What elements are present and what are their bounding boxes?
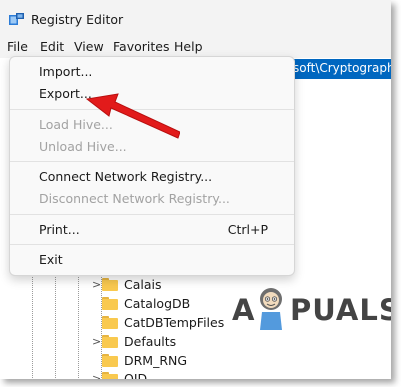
menu-item-exit[interactable]: Exit	[10, 248, 294, 272]
folder-icon	[102, 354, 118, 367]
chevron-right-icon[interactable]: >	[92, 278, 102, 292]
menu-bar: File Edit View Favorites Help	[0, 36, 391, 58]
appuals-watermark: A PUALS	[220, 282, 391, 334]
menu-separator	[10, 161, 294, 162]
tree-node-defaults[interactable]: > Defaults	[92, 333, 352, 352]
menu-item-label: Print...	[39, 222, 80, 237]
tree-node-drm-rng[interactable]: DRM_RNG	[92, 352, 352, 371]
folder-icon	[102, 316, 118, 329]
address-bar[interactable]: soft\Cryptography	[291, 59, 391, 79]
folder-icon	[102, 335, 118, 348]
window-title: Registry Editor	[31, 12, 124, 27]
mascot-logo-icon	[260, 288, 282, 330]
menu-item-label: Connect Network Registry...	[39, 169, 213, 184]
menu-item-label: Import...	[39, 64, 93, 79]
menu-item-label: Export...	[39, 86, 92, 101]
menu-view[interactable]: View	[74, 39, 104, 54]
file-menu-dropdown: Import... Export... Load Hive... Unload …	[9, 56, 295, 276]
folder-icon	[102, 297, 118, 310]
menu-item-print[interactable]: Print... Ctrl+P	[10, 218, 294, 242]
registry-editor-icon	[9, 13, 24, 25]
tree-node-oid[interactable]: > OID	[92, 370, 352, 379]
menu-edit[interactable]: Edit	[40, 39, 64, 54]
menu-item-label: Disconnect Network Registry...	[39, 191, 230, 206]
menu-file[interactable]: File	[7, 39, 28, 54]
menu-item-label: Exit	[39, 252, 63, 267]
title-bar: Registry Editor	[0, 0, 391, 36]
menu-item-import[interactable]: Import...	[10, 60, 294, 84]
tree-node-label: Defaults	[124, 334, 177, 349]
menu-separator	[10, 244, 294, 245]
registry-editor-window: Registry Editor File Edit View Favorites…	[0, 0, 391, 379]
tree-node-label: CatalogDB	[124, 296, 191, 311]
menu-item-connect-network-registry[interactable]: Connect Network Registry...	[10, 165, 294, 189]
folder-icon	[102, 372, 118, 379]
menu-favorites[interactable]: Favorites	[113, 39, 169, 54]
watermark-text-right: PUALS	[290, 293, 391, 327]
watermark-text-left: A	[232, 293, 256, 327]
folder-icon	[102, 278, 118, 291]
menu-item-shortcut: Ctrl+P	[227, 222, 268, 237]
chevron-right-icon[interactable]: >	[92, 335, 102, 349]
menu-help[interactable]: Help	[174, 39, 203, 54]
menu-item-disconnect-network-registry: Disconnect Network Registry...	[10, 187, 294, 211]
address-bar-value: soft\Cryptography	[293, 61, 391, 75]
menu-separator	[10, 214, 294, 215]
red-arrow-annotation	[85, 93, 180, 139]
chevron-right-icon[interactable]: >	[92, 372, 102, 379]
tree-node-label: CatDBTempFiles	[124, 315, 225, 330]
tree-node-label: DRM_RNG	[124, 353, 188, 368]
tree-node-label: Calais	[124, 277, 162, 292]
tree-node-label: OID	[124, 371, 148, 379]
